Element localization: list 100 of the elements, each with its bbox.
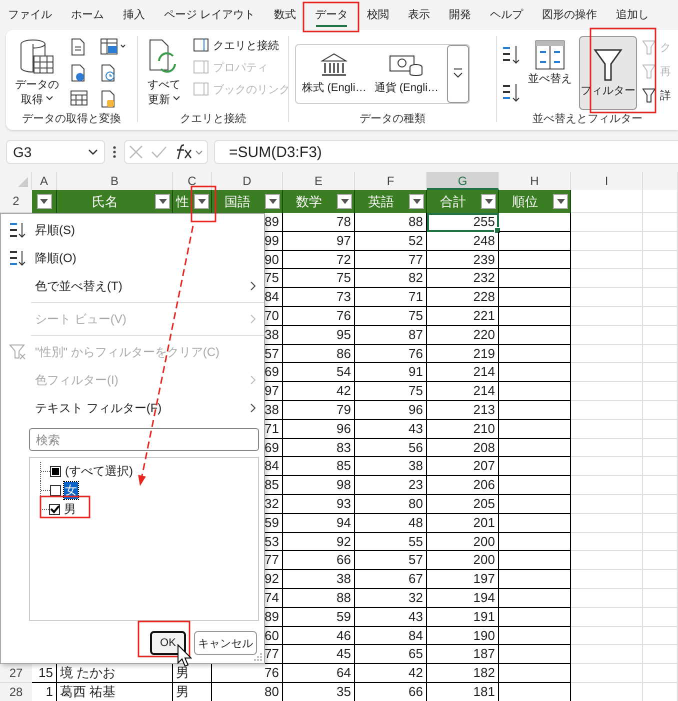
table-cell: 73 — [283, 288, 355, 307]
data-type-button[interactable]: 株式 (Engli… — [300, 51, 368, 97]
group-label: クエリと接続 — [180, 112, 246, 127]
empty-cell — [643, 645, 678, 664]
function-icon[interactable] — [175, 144, 203, 160]
empty-cell — [571, 457, 643, 476]
ribbon-tab[interactable]: 数式 — [274, 3, 296, 27]
table-cell: 98 — [283, 476, 355, 495]
empty-cell — [571, 420, 643, 439]
empty-cell — [499, 626, 571, 646]
empty-cell — [499, 363, 571, 382]
sort-grid-icon — [535, 40, 565, 70]
data-type-button[interactable]: 通貨 (Engli… — [372, 51, 441, 97]
column-header[interactable]: I — [571, 172, 643, 190]
checkbox[interactable] — [50, 466, 61, 477]
table-cell: 191 — [427, 608, 499, 627]
value-label[interactable]: 男 — [63, 501, 77, 518]
table-cell: 75 — [283, 269, 355, 288]
chevron-right-icon — [250, 403, 256, 413]
empty-cell — [499, 532, 571, 552]
document-icon[interactable] — [70, 38, 86, 56]
name-box[interactable]: G3 — [6, 140, 105, 164]
chevron-right-icon — [250, 281, 256, 291]
sort-ascending-icon[interactable] — [501, 44, 521, 66]
database-table-icon — [19, 38, 55, 76]
filter-dropdown-button[interactable] — [337, 194, 352, 209]
empty-cell — [571, 400, 643, 420]
ribbon-command[interactable]: 詳 — [641, 86, 672, 104]
row-header[interactable]: 27 — [0, 664, 32, 683]
web-camera-icon[interactable] — [100, 38, 128, 56]
table-cell: 255 — [427, 213, 499, 232]
cancel-button[interactable]: キャンセル — [194, 631, 257, 655]
table-cell: 182 — [427, 664, 499, 683]
panel-icon — [193, 37, 210, 53]
empty-cell — [643, 344, 678, 364]
ribbon-tab[interactable]: ホーム — [71, 3, 104, 27]
ribbon-tab[interactable]: データ — [315, 3, 348, 27]
checkbox[interactable] — [50, 485, 61, 496]
ribbon-tab[interactable]: ヘルプ — [490, 3, 524, 27]
table-icon[interactable] — [70, 90, 88, 106]
ribbon-tab[interactable]: ファイル — [8, 3, 52, 27]
ribbon-tab[interactable]: 図形の操作 — [542, 3, 598, 27]
sort-button[interactable]: 並べ替え — [525, 36, 575, 89]
filter-dropdown-button[interactable] — [194, 194, 209, 209]
table-cell: 88 — [283, 588, 355, 608]
filter-dropdown-button[interactable] — [265, 194, 280, 209]
column-header[interactable]: G — [427, 172, 499, 190]
empty-cell — [571, 551, 643, 570]
formula-field[interactable]: =SUM(D3:F3) — [214, 140, 678, 164]
chevron-right-icon — [250, 375, 256, 385]
get-data-button[interactable]: データの 取得 — [12, 36, 62, 110]
table-cell: 23 — [355, 476, 427, 495]
ribbon-tab[interactable]: 校閲 — [367, 3, 390, 27]
resize-grip-icon[interactable] — [254, 653, 262, 661]
table-cell: 76 — [283, 306, 355, 326]
table-cell: 64 — [283, 664, 355, 683]
caret-icon — [158, 199, 166, 204]
row-header[interactable]: 2 — [0, 190, 32, 213]
ok-button[interactable]: OK — [150, 631, 186, 655]
filter-dropdown-button[interactable] — [409, 194, 424, 209]
clock-document-icon[interactable] — [100, 64, 116, 82]
table-cell: 214 — [427, 382, 499, 401]
empty-cell — [571, 494, 643, 514]
check-icon[interactable] — [151, 146, 167, 158]
table-cell: 91 — [355, 363, 427, 382]
table-cell: 190 — [427, 626, 499, 646]
ribbon-command[interactable]: クエリと接続 — [192, 36, 292, 54]
filter-dropdown-button[interactable] — [553, 194, 568, 209]
search-field[interactable]: 検索 — [29, 428, 259, 451]
filter-button[interactable]: フィルター — [579, 36, 637, 110]
table-cell: 72 — [283, 250, 355, 270]
ribbon-tab[interactable]: ページ レイアウト — [164, 3, 256, 27]
checkbox[interactable] — [49, 504, 60, 515]
table-cell: 181 — [427, 682, 499, 701]
group-label: データの種類 — [360, 112, 426, 127]
sort-descending-icon[interactable] — [501, 82, 521, 104]
ribbon-tab[interactable]: 追加し — [616, 3, 650, 27]
ribbon-tab[interactable]: 挿入 — [123, 3, 145, 27]
database-document-icon[interactable] — [100, 90, 116, 108]
funnel-icon — [642, 87, 656, 103]
empty-cell — [571, 269, 643, 288]
ribbon-tab[interactable]: 表示 — [408, 3, 430, 27]
empty-cell — [643, 363, 678, 382]
filter-dropdown-button[interactable] — [36, 194, 52, 209]
empty-cell — [571, 626, 643, 646]
value-label[interactable]: (すべて選択) — [64, 463, 134, 480]
empty-cell — [643, 476, 678, 495]
refresh-all-button[interactable]: すべて 更新 — [144, 36, 184, 110]
more-options-icon[interactable] — [113, 146, 116, 158]
filter-dropdown-button[interactable] — [155, 194, 170, 209]
table-cell: 71 — [355, 288, 427, 307]
row-header[interactable]: 28 — [0, 682, 32, 701]
web-document-icon[interactable] — [70, 64, 86, 82]
column-title: 氏名 — [91, 192, 119, 210]
ribbon-tab[interactable]: 開発 — [449, 3, 472, 27]
table-cell: 232 — [427, 269, 499, 288]
empty-cell — [643, 326, 678, 345]
filter-dropdown-button[interactable] — [481, 194, 496, 209]
funnel-icon — [593, 48, 623, 82]
more-icon[interactable] — [446, 45, 469, 103]
